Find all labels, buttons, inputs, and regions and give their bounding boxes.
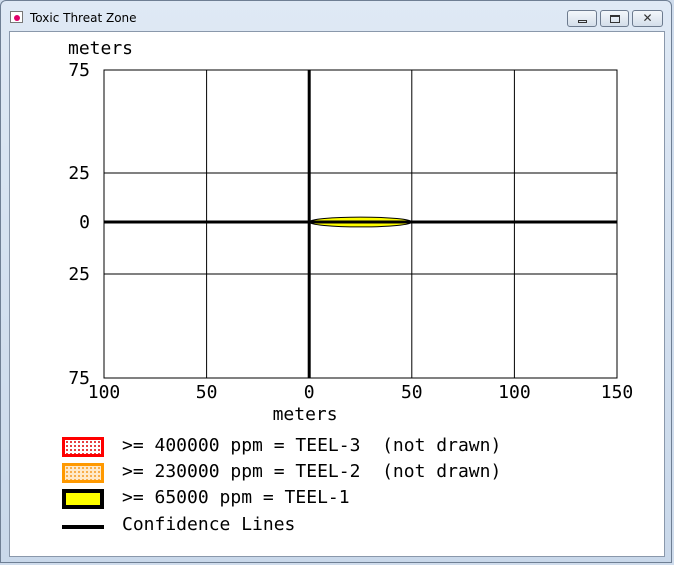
y-axis-unit-label: meters [68, 38, 133, 59]
legend-label-teel2: >= 230000 ppm = TEEL-2 (not drawn) [122, 461, 502, 482]
legend-label-confidence: Confidence Lines [122, 514, 296, 535]
minimize-button[interactable] [567, 10, 597, 27]
y-tick-label: 75 [68, 60, 90, 81]
y-tick-label: 0 [79, 212, 90, 233]
x-tick-label: 100 [88, 382, 121, 403]
x-tick-label: 50 [196, 382, 218, 403]
maximize-button[interactable] [600, 10, 629, 27]
toxic-threat-zone-window: Toxic Threat Zone ✕ meters 75 25 0 25 75 100 50… [0, 0, 672, 563]
y-tick-label: 25 [68, 264, 90, 285]
plot-area: meters 75 25 0 25 75 100 50 0 50 100 150 meters >= 4… [9, 31, 665, 557]
teel1-swatch [62, 489, 104, 509]
confidence-line-swatch [62, 525, 104, 529]
x-tick-label: 100 [498, 382, 531, 403]
close-button[interactable]: ✕ [632, 10, 663, 27]
legend-label-teel3: >= 400000 ppm = TEEL-3 (not drawn) [122, 435, 502, 456]
teel2-swatch [62, 463, 104, 483]
x-tick-label: 150 [601, 382, 634, 403]
legend-label-teel1: >= 65000 ppm = TEEL-1 [122, 487, 350, 508]
title-bar[interactable]: Toxic Threat Zone ✕ [1, 1, 671, 31]
y-tick-label: 25 [68, 163, 90, 184]
x-axis-unit-label: meters [273, 404, 338, 425]
close-icon: ✕ [642, 11, 653, 25]
x-tick-label: 0 [304, 382, 315, 403]
maximize-icon [610, 15, 620, 23]
window-title: Toxic Threat Zone [30, 11, 137, 25]
x-tick-label: 50 [401, 382, 423, 403]
minimize-icon [578, 20, 587, 23]
teel3-swatch [62, 437, 104, 457]
y-tick-label: 75 [68, 368, 90, 389]
app-icon [10, 11, 23, 23]
